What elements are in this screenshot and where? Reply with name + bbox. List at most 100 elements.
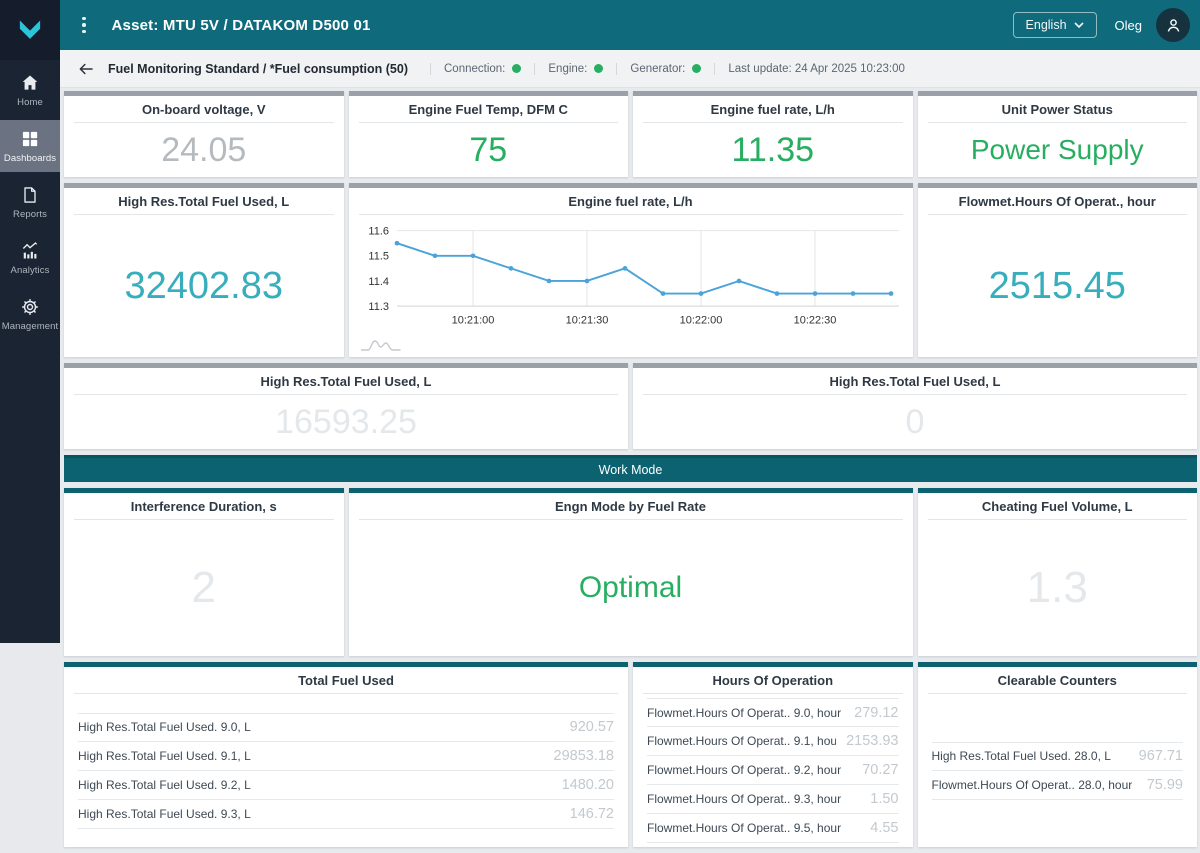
table-row: Flowmet.Hours Of Operat.. 9.2, hour 70.27 — [647, 756, 899, 785]
card-value: 24.05 — [161, 130, 247, 169]
total-fuel-used-table-card: Total Fuel Used High Res.Total Fuel Used… — [64, 662, 628, 847]
banner-label: Work Mode — [598, 463, 663, 477]
sidebar-item-label: Analytics — [10, 264, 50, 276]
row-label: Flowmet.Hours Of Operat.. 9.2, hour — [647, 763, 842, 777]
svg-text:11.5: 11.5 — [368, 251, 389, 263]
engine-fuel-rate-chart-card: Engine fuel rate, L/h 11.3 11.4 11.5 11.6 10… — [348, 183, 913, 357]
sidebar-item-analytics[interactable]: Analytics — [0, 232, 60, 284]
table-row: High Res.Total Fuel Used. 9.0, L 920.57 — [78, 712, 614, 742]
row-label: Flowmet.Hours Of Operat.. 9.3, hour — [647, 792, 842, 806]
card-title: On-board voltage, V — [141, 102, 266, 117]
analytics-icon — [22, 241, 38, 258]
asset-title: Asset: MTU 5V / DATAKOM D500 01 — [111, 16, 371, 34]
status-engine: Engine: — [534, 62, 616, 75]
sidebar-item-home[interactable]: Home — [0, 64, 60, 116]
table-row: High Res.Total Fuel Used. 28.0, L 967.71 — [931, 741, 1183, 771]
onboard-voltage-card: On-board voltage, V 24.05 — [64, 91, 344, 177]
high-res-total-fuel-card-2: High Res.Total Fuel Used, L 16593.25 — [64, 363, 628, 449]
status-dot-green — [594, 64, 604, 73]
row-value: 29853.18 — [553, 747, 614, 764]
row-label: High Res.Total Fuel Used. 9.0, L — [78, 720, 251, 734]
row-label: High Res.Total Fuel Used. 9.3, L — [78, 806, 251, 821]
fuel-rate-line-chart: 11.3 11.4 11.5 11.6 10:21:00 10:21:30 10:22:00… — [368, 226, 899, 327]
reports-icon — [24, 186, 36, 203]
card-title: Cheating Fuel Volume, L — [981, 499, 1133, 514]
table: Flowmet.Hours Of Operat.. 9.0, hour 279.1… — [647, 698, 899, 843]
home-icon — [22, 75, 38, 90]
person-icon — [1167, 18, 1179, 32]
row-value: 279.12 — [854, 704, 899, 721]
high-res-total-fuel-card: High Res.Total Fuel Used, L 32402.83 — [64, 183, 344, 357]
card-title: Flowmet.Hours Of Operat., hour — [958, 194, 1156, 209]
row-value: 75.99 — [1146, 776, 1183, 793]
back-button[interactable] — [72, 55, 100, 83]
row-label: High Res.Total Fuel Used. 9.2, L — [78, 777, 251, 792]
svg-text:10:21:00: 10:21:00 — [451, 315, 494, 327]
sidebar-item-management[interactable]: Management — [0, 288, 60, 340]
table-row: Flowmet.Hours Of Operat.. 9.5, hour 4.55 — [647, 814, 899, 843]
language-selector[interactable]: English — [1012, 12, 1097, 38]
sidebar-item-reports[interactable]: Reports — [0, 176, 60, 228]
card-value: 11.35 — [731, 130, 815, 169]
table-row: Flowmet.Hours Of Operat.. 28.0, hour 75.9… — [931, 771, 1183, 800]
cheating-fuel-volume-card: Cheating Fuel Volume, L 1.3 — [917, 488, 1197, 656]
row-value: 1.50 — [870, 791, 899, 807]
kebab-menu-icon[interactable] — [78, 13, 90, 38]
row-label: High Res.Total Fuel Used. 9.1, L — [78, 748, 251, 763]
dashboards-icon — [22, 131, 38, 146]
status-connection: Connection: — [430, 62, 534, 75]
sidebar-item-label: Dashboards — [3, 152, 57, 164]
arrow-left-icon — [79, 63, 93, 74]
top-header: Asset: MTU 5V / DATAKOM D500 01 English … — [60, 0, 1200, 50]
card-value: 0 — [905, 402, 925, 441]
user-avatar[interactable] — [1156, 8, 1190, 42]
chart-title: Engine fuel rate, L/h — [568, 194, 693, 209]
table: High Res.Total Fuel Used. 28.0, L 967.71 … — [931, 741, 1183, 800]
svg-text:10:21:30: 10:21:30 — [565, 315, 608, 327]
line-chart-area: 11.3 11.4 11.5 11.6 10:21:00 10:21:30 10:22:00… — [349, 215, 913, 357]
dashboard-grid: On-board voltage, V 24.05 Engine Fuel Te… — [60, 88, 1200, 853]
row-value: 1480.20 — [561, 776, 614, 793]
card-value: 32402.83 — [124, 264, 284, 307]
card-value: Power Supply — [970, 134, 1144, 165]
app-logo[interactable] — [0, 0, 60, 60]
table-row: Flowmet.Hours Of Operat.. 9.1, hour 2153.… — [647, 727, 899, 756]
high-res-total-fuel-card-3: High Res.Total Fuel Used, L 0 — [633, 363, 1197, 449]
row-label: Flowmet.Hours Of Operat.. 28.0, hour — [931, 777, 1133, 792]
table: High Res.Total Fuel Used. 9.0, L 920.57 H… — [78, 712, 614, 829]
hours-of-operation-table-card: Hours Of Operation Flowmet.Hours Of Oper… — [633, 662, 913, 847]
row-value: 70.27 — [862, 762, 899, 778]
svg-text:10:22:30: 10:22:30 — [793, 315, 836, 327]
sidebar-item-label: Management — [1, 320, 59, 332]
card-title: Interference Duration, s — [130, 499, 277, 514]
row-value: 146.72 — [569, 805, 614, 822]
card-value: 16593.25 — [275, 402, 417, 441]
card-title: Engine fuel rate, L/h — [710, 102, 835, 117]
row-label: Flowmet.Hours Of Operat.. 9.0, hour — [647, 705, 842, 720]
card-title: Engn Mode by Fuel Rate — [555, 499, 706, 514]
flowmeter-hours-card: Flowmet.Hours Of Operat., hour 2515.45 — [917, 183, 1197, 357]
logo-chevron-icon — [19, 20, 41, 39]
svg-text:11.6: 11.6 — [368, 226, 389, 238]
card-value: 1.3 — [1026, 563, 1088, 612]
card-value: Optimal — [578, 571, 683, 604]
card-title: Total Fuel Used — [298, 673, 394, 688]
work-mode-banner: Work Mode — [64, 455, 1197, 482]
sidebar-item-label: Reports — [13, 208, 47, 220]
card-title: Unit Power Status — [1001, 102, 1113, 117]
sidebar-item-dashboards[interactable]: Dashboards — [0, 120, 60, 172]
user-name: Oleg — [1114, 17, 1142, 33]
row-label: Flowmet.Hours Of Operat.. 9.5, hour — [647, 821, 842, 835]
dashboard-title: Fuel Monitoring Standard / *Fuel consump… — [108, 61, 408, 76]
last-update: Last update: 24 Apr 2025 10:23:00 — [714, 62, 917, 75]
interference-duration-card: Interference Duration, s 2 — [64, 488, 344, 656]
dashboard-toolbar: Fuel Monitoring Standard / *Fuel consump… — [60, 50, 1200, 88]
card-value: 2 — [191, 563, 216, 612]
table-row: High Res.Total Fuel Used. 9.2, L 1480.20 — [78, 771, 614, 800]
management-icon — [22, 298, 38, 315]
row-value: 920.57 — [569, 719, 614, 735]
card-title: Clearable Counters — [997, 673, 1117, 688]
language-label: English — [1025, 18, 1067, 32]
svg-text:11.3: 11.3 — [368, 301, 389, 313]
row-value: 967.71 — [1138, 748, 1183, 764]
